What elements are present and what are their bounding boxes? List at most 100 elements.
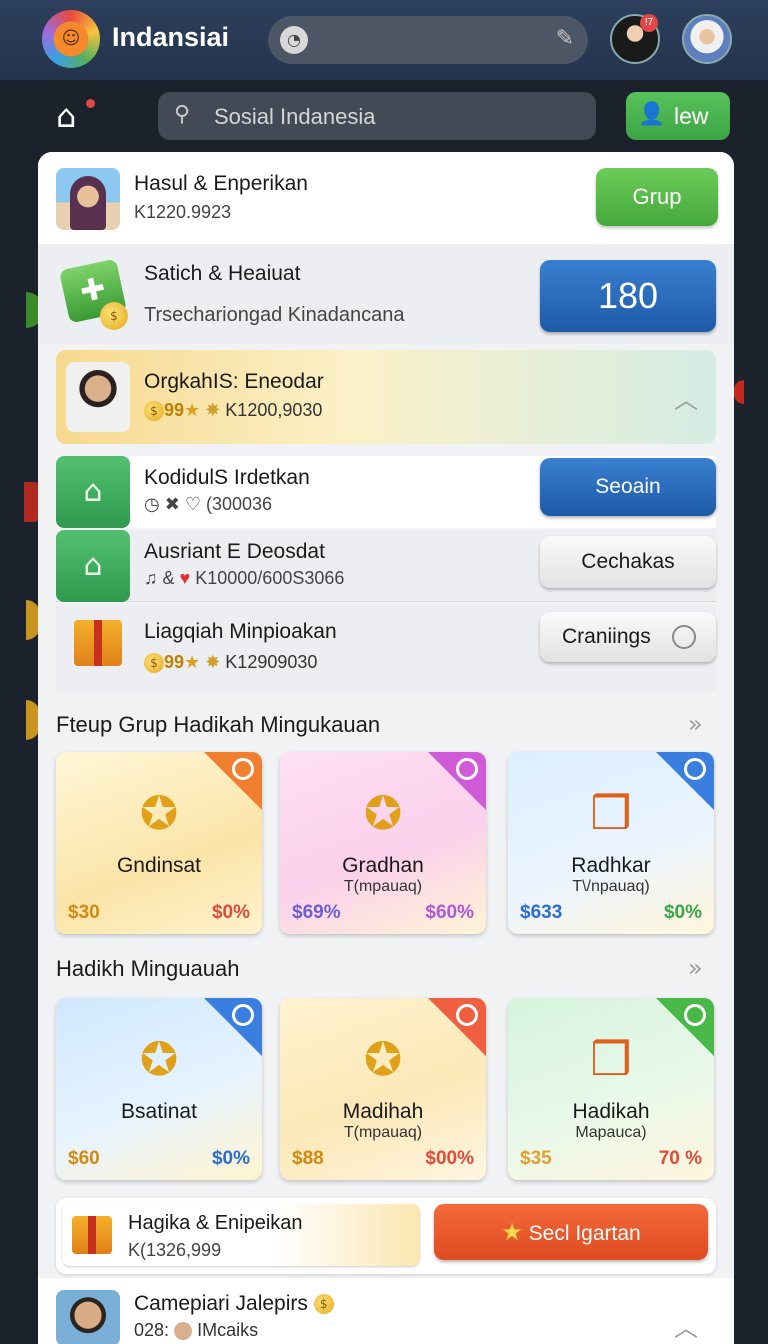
- profile-row[interactable]: Hasul & Enperikan K1220.9923 Grup: [38, 152, 734, 244]
- card-corner: [204, 998, 262, 1056]
- search-icon[interactable]: [456, 758, 478, 780]
- card-price-left: $633: [520, 902, 563, 923]
- target-icon[interactable]: [232, 758, 254, 780]
- basket-icon: ⌂: [56, 456, 130, 528]
- promo-row[interactable]: Hagika & Enipeikan K(1326,999 ★ Secl Iga…: [56, 1198, 716, 1274]
- card-price-left: $69%: [292, 902, 341, 923]
- target-icon[interactable]: [684, 1004, 706, 1026]
- highlight-avatar[interactable]: [66, 362, 130, 432]
- search-placeholder: Sosial Indanesia: [214, 104, 376, 129]
- reward-card[interactable]: ✪ Gradhan T(mpauaq) $69% $60%: [280, 752, 486, 934]
- card-subtitle: Mapauca): [575, 1124, 647, 1141]
- list-item[interactable]: ⌂ KodidulS Irdetkan ◷ ✖ ♡ (300036 Seoain: [56, 456, 716, 528]
- promo-code: K(1326,999: [128, 1240, 222, 1260]
- highlight-coins: 99: [164, 400, 185, 420]
- user-row-name-text: Camepiari Jalepirs: [134, 1292, 308, 1315]
- target-icon[interactable]: [232, 1004, 254, 1026]
- card-price-right: $0%: [211, 1148, 250, 1169]
- stats-counter[interactable]: 180: [540, 260, 716, 332]
- chevron-up-icon[interactable]: ︿: [674, 1308, 698, 1343]
- section-title: Fteup Grup Hadikah Mingukauan: [56, 712, 381, 737]
- user-row-name: Camepiari Jalepirs $: [134, 1292, 334, 1316]
- coin-icon: $: [313, 1294, 334, 1315]
- reward-card[interactable]: ✪ Gndinsat $30 $0%: [56, 752, 262, 934]
- coin-key-icon: ✪: [363, 1032, 403, 1086]
- profile-avatar[interactable]: [56, 168, 120, 230]
- gift-icon: ❒: [590, 1032, 632, 1086]
- new-button-label: lew: [674, 103, 709, 129]
- card-price-right: $0%: [211, 902, 250, 923]
- reward-card[interactable]: ✪ Bsatinat $60 $0%: [56, 998, 262, 1180]
- side-decoration-red: [734, 380, 744, 404]
- profile-id: K1220.9923: [134, 202, 232, 222]
- list-item-button-label: Craniings: [562, 625, 651, 648]
- promo-button[interactable]: ★ Secl Igartan: [434, 1204, 708, 1260]
- user-row-avatar[interactable]: [56, 1290, 120, 1344]
- card-subtitle: T\/npauaq): [572, 878, 650, 895]
- star-icon: ★: [501, 1218, 523, 1246]
- card-price-left: $88: [292, 1148, 324, 1169]
- list-item-title: Ausriant E Deosdat: [144, 540, 325, 563]
- gold-nugget-icon: ✸: [205, 652, 221, 672]
- pen-icon[interactable]: ✎: [556, 26, 574, 51]
- reward-card[interactable]: ❒ Hadikah Mapauca) $35 70 %: [508, 998, 714, 1180]
- new-button[interactable]: 👤 lew: [626, 92, 730, 140]
- card-corner: [204, 752, 262, 810]
- card-subtitle: T(mpauaq): [343, 1124, 423, 1141]
- card-price-right: $00%: [425, 1148, 474, 1169]
- hijab-figure: [70, 176, 106, 230]
- star-icon: ★: [184, 652, 201, 672]
- card-corner: [428, 752, 486, 810]
- smile-icon: ☺: [61, 28, 81, 49]
- search-input[interactable]: ⚲ Sosial Indanesia: [158, 92, 596, 140]
- group-button[interactable]: Grup: [596, 168, 718, 226]
- reward-card[interactable]: ❒ Radhkar T\/npauaq) $633 $0%: [508, 752, 714, 934]
- card-name: Radhkar: [571, 854, 651, 877]
- gift-ribbon: [88, 1216, 96, 1254]
- coin-icon: $: [144, 653, 164, 674]
- chevron-right-icon[interactable]: »: [688, 954, 703, 982]
- target-icon[interactable]: [456, 1004, 478, 1026]
- promo-button-label: Secl Igartan: [528, 1222, 641, 1245]
- stats-row: ✚ $ Satich & Heaiuat Trsechariongad Kina…: [38, 244, 734, 344]
- card-name: Bsatinat: [121, 1100, 197, 1123]
- list-item-action-button[interactable]: Seoain: [540, 458, 716, 516]
- list-item[interactable]: ⌂ Ausriant E Deosdat ♫ & ♥ K10000/600S30…: [56, 530, 716, 602]
- list-item-meta-value: K10000/600S3066: [195, 568, 345, 588]
- top-search-bar[interactable]: ◔ ✎: [268, 16, 588, 64]
- card-price-left: $35: [520, 1148, 552, 1169]
- card-price-left: $30: [68, 902, 100, 923]
- promo-left-panel: Hagika & Enipeikan K(1326,999: [62, 1204, 420, 1266]
- chevron-up-icon[interactable]: ︿: [674, 380, 698, 415]
- user-avatar[interactable]: [682, 14, 732, 64]
- list-item-action-button[interactable]: Cechakas: [540, 536, 716, 588]
- mini-avatar-icon: [174, 1322, 193, 1341]
- top-bar: ☺ Indansiai ◔ ✎ !7: [0, 0, 768, 80]
- list-item-title: Liagqiah Minpioakan: [144, 620, 337, 643]
- card-price-right: $60%: [425, 902, 474, 923]
- chevron-right-icon[interactable]: »: [688, 710, 703, 738]
- gift-icon: [74, 620, 122, 666]
- gift-icon: [72, 1216, 112, 1254]
- profile-name: Hasul & Enperikan: [134, 172, 308, 195]
- gold-nugget-icon: ✸: [205, 400, 221, 420]
- basket-icon: ⌂: [56, 530, 130, 602]
- clock-icon: ◷: [144, 494, 160, 514]
- highlight-row[interactable]: OrgkahIS: Eneodar $99★ ✸ K1200,9030 ︿: [56, 350, 716, 444]
- tools-icon: ✖: [164, 494, 180, 514]
- card-name: Gndinsat: [116, 854, 202, 877]
- app-logo[interactable]: ☺: [42, 10, 100, 68]
- radio-icon[interactable]: [672, 625, 696, 649]
- heart-outline-icon: ♡: [184, 494, 201, 514]
- list-item-action-button[interactable]: Craniings: [540, 612, 716, 662]
- user-row[interactable]: Camepiari Jalepirs $ 028: IMcaiks ︿: [38, 1278, 734, 1344]
- card-name: Madihah: [342, 1100, 424, 1123]
- search-icon[interactable]: [684, 758, 706, 780]
- compass-icon: ◔: [280, 26, 308, 54]
- stats-title: Satich & Heaiuat: [144, 262, 301, 285]
- reward-card[interactable]: ✪ Madihah T(mpauaq) $88 $00%: [280, 998, 486, 1180]
- gift-ribbon: [94, 620, 102, 666]
- list-item[interactable]: Liagqiah Minpioakan $99★ ✸ K12909030 Cra…: [56, 604, 716, 692]
- card-price-right: 70 %: [658, 1148, 702, 1169]
- home-notification-dot: [86, 99, 95, 108]
